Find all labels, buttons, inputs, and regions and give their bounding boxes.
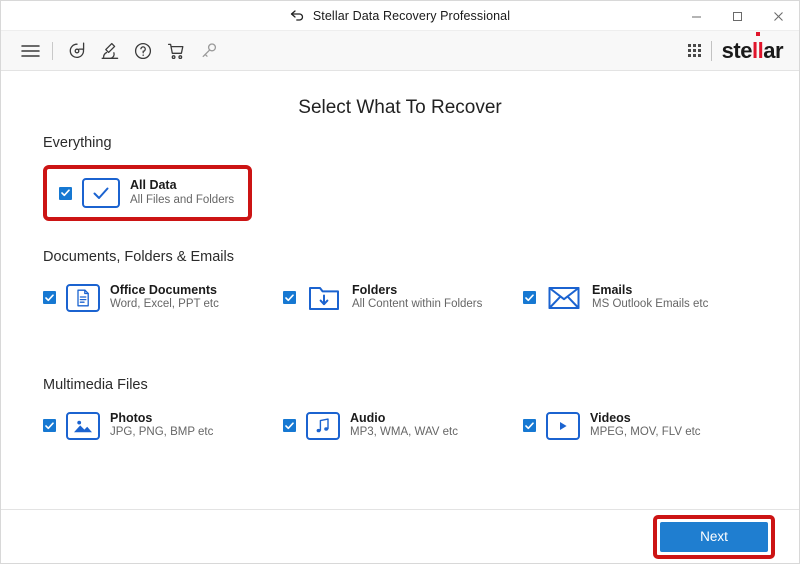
checkbox-office-documents[interactable] bbox=[43, 291, 56, 305]
checkbox-all-data[interactable] bbox=[59, 186, 72, 200]
labels-folders: Folders All Content within Folders bbox=[352, 283, 482, 312]
play-icon bbox=[546, 411, 580, 440]
key-icon[interactable] bbox=[194, 36, 224, 66]
col-emails: Emails MS Outlook Emails etc bbox=[523, 277, 763, 318]
title-bar: Stellar Data Recovery Professional bbox=[1, 1, 799, 31]
col-audio: Audio MP3, WMA, WAV etc bbox=[283, 405, 523, 446]
check-tile-icon bbox=[82, 178, 120, 208]
folder-download-icon bbox=[306, 284, 342, 312]
window-controls bbox=[676, 1, 799, 31]
close-button[interactable] bbox=[758, 1, 799, 31]
checkbox-folders[interactable] bbox=[283, 291, 296, 305]
back-arrow-icon bbox=[290, 9, 305, 22]
envelope-icon bbox=[546, 284, 582, 312]
brand-prefix: ste bbox=[721, 37, 753, 63]
section-multimedia: Multimedia Files Photos JPG, PNG, BMP et… bbox=[43, 377, 769, 446]
item-subtitle: MPEG, MOV, FLV etc bbox=[590, 426, 701, 439]
item-subtitle: JPG, PNG, BMP etc bbox=[110, 426, 214, 439]
brand-suffix: ar bbox=[763, 37, 783, 63]
item-subtitle: MS Outlook Emails etc bbox=[592, 298, 709, 311]
item-folders[interactable]: Folders All Content within Folders bbox=[283, 277, 523, 318]
next-button-highlight: Next bbox=[653, 514, 775, 559]
hamburger-menu-icon[interactable] bbox=[15, 36, 45, 66]
section-documents: Documents, Folders & Emails Office Docum… bbox=[43, 249, 769, 318]
checkbox-photos[interactable] bbox=[43, 419, 56, 433]
music-note-icon bbox=[306, 411, 340, 440]
item-title: Photos bbox=[110, 411, 153, 425]
item-title: Emails bbox=[592, 283, 633, 297]
document-icon bbox=[66, 283, 100, 312]
item-audio[interactable]: Audio MP3, WMA, WAV etc bbox=[283, 405, 523, 446]
item-videos[interactable]: Videos MPEG, MOV, FLV etc bbox=[523, 405, 763, 446]
recovery-history-icon[interactable] bbox=[62, 36, 92, 66]
item-all-data[interactable]: All Data All Files and Folders bbox=[59, 178, 234, 208]
item-title: Office Documents bbox=[110, 283, 217, 297]
brand-highlight: ll bbox=[751, 37, 764, 63]
section-everything: Everything All Data All Files and Folder… bbox=[43, 135, 769, 221]
cart-icon[interactable] bbox=[161, 36, 191, 66]
item-subtitle: Word, Excel, PPT etc bbox=[110, 298, 219, 311]
labels-videos: Videos MPEG, MOV, FLV etc bbox=[590, 411, 701, 440]
item-photos[interactable]: Photos JPG, PNG, BMP etc bbox=[43, 405, 283, 446]
image-icon bbox=[66, 411, 100, 440]
item-title: Videos bbox=[590, 411, 631, 425]
brand-area: stellar bbox=[687, 37, 784, 63]
labels-photos: Photos JPG, PNG, BMP etc bbox=[110, 411, 213, 440]
col-folders: Folders All Content within Folders bbox=[283, 277, 523, 318]
labels-office-documents: Office Documents Word, Excel, PPT etc bbox=[110, 283, 219, 312]
page-title: Select What To Recover bbox=[298, 97, 502, 118]
item-title: Folders bbox=[352, 283, 398, 297]
col-office-documents: Office Documents Word, Excel, PPT etc bbox=[43, 277, 283, 318]
microscope-icon[interactable] bbox=[95, 36, 125, 66]
maximize-button[interactable] bbox=[717, 1, 758, 31]
item-subtitle: All Content within Folders bbox=[352, 298, 483, 311]
checkbox-videos[interactable] bbox=[523, 419, 536, 433]
toolbar-icon-group bbox=[15, 36, 224, 66]
col-photos: Photos JPG, PNG, BMP etc bbox=[43, 405, 283, 446]
section-heading-documents: Documents, Folders & Emails bbox=[43, 249, 234, 265]
help-icon[interactable] bbox=[128, 36, 158, 66]
labels-all-data: All Data All Files and Folders bbox=[130, 178, 234, 207]
multimedia-row: Photos JPG, PNG, BMP etc Audio MP3, WMA,… bbox=[43, 405, 769, 446]
item-emails[interactable]: Emails MS Outlook Emails etc bbox=[523, 277, 763, 318]
item-subtitle: All Files and Folders bbox=[130, 193, 235, 206]
minimize-button[interactable] bbox=[676, 1, 717, 31]
checkbox-emails[interactable] bbox=[523, 291, 536, 305]
brand-divider bbox=[710, 40, 712, 61]
section-heading-everything: Everything bbox=[43, 135, 112, 151]
labels-audio: Audio MP3, WMA, WAV etc bbox=[350, 411, 458, 440]
toolbar: stellar bbox=[1, 31, 799, 71]
app-grid-icon[interactable] bbox=[687, 44, 701, 57]
footer-bar: Next bbox=[1, 509, 799, 563]
next-button[interactable]: Next bbox=[660, 521, 768, 552]
all-data-highlight: All Data All Files and Folders bbox=[43, 165, 253, 221]
documents-row: Office Documents Word, Excel, PPT etc Fo… bbox=[43, 277, 769, 318]
app-window: Stellar Data Recovery Professional stell… bbox=[0, 0, 800, 564]
item-subtitle: MP3, WMA, WAV etc bbox=[350, 426, 458, 439]
col-videos: Videos MPEG, MOV, FLV etc bbox=[523, 405, 763, 446]
stellar-logo: stellar bbox=[721, 37, 784, 63]
main-content: Select What To Recover Everything All Da… bbox=[1, 71, 799, 509]
item-title: Audio bbox=[350, 411, 386, 425]
toolbar-divider bbox=[52, 41, 53, 60]
labels-emails: Emails MS Outlook Emails etc bbox=[592, 283, 708, 312]
item-office-documents[interactable]: Office Documents Word, Excel, PPT etc bbox=[43, 277, 283, 318]
item-title: All Data bbox=[130, 178, 177, 193]
window-title: Stellar Data Recovery Professional bbox=[312, 8, 511, 23]
section-heading-multimedia: Multimedia Files bbox=[43, 377, 148, 393]
checkbox-audio[interactable] bbox=[283, 419, 296, 433]
